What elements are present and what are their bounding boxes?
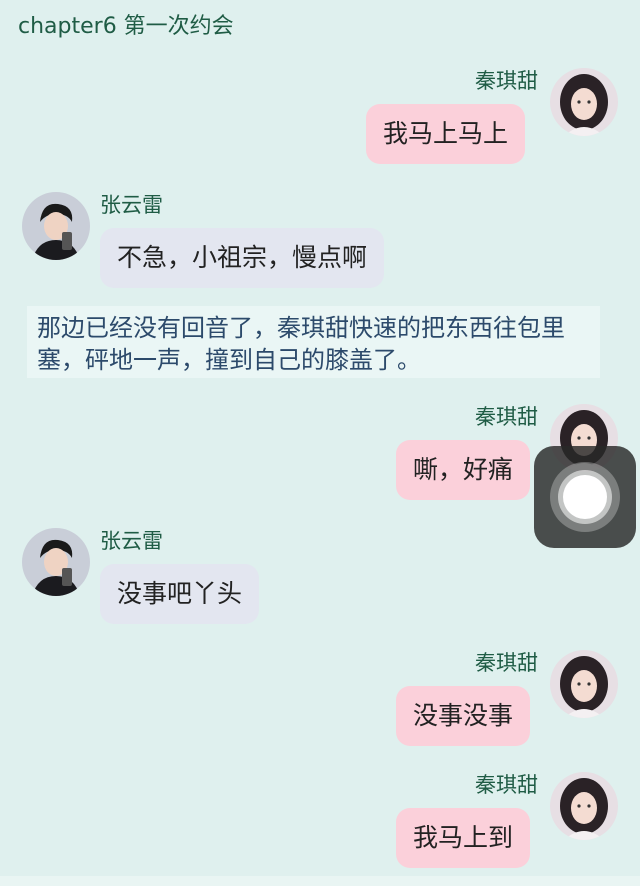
sender-name: 秦琪甜 <box>475 69 538 93</box>
sender-name: 秦琪甜 <box>475 405 538 429</box>
sender-name: 张云雷 <box>100 529 163 553</box>
male-avatar[interactable] <box>22 528 90 596</box>
sender-name: 秦琪甜 <box>475 651 538 675</box>
sender-name: 张云雷 <box>100 193 163 217</box>
assistive-ring-inner <box>563 475 607 519</box>
message-bubble[interactable]: 嘶，好痛 <box>396 440 531 500</box>
page-title: chapter6 第一次约会 <box>18 14 234 39</box>
narration-text: 那边已经没有回音了，秦琪甜快速的把东西往包里塞，砰地一声，撞到自己的膝盖了。 <box>27 306 600 378</box>
message-bubble[interactable]: 我马上马上 <box>366 104 526 164</box>
sender-name: 秦琪甜 <box>475 773 538 797</box>
assistive-touch-icon[interactable] <box>534 446 636 548</box>
message-bubble[interactable]: 没事吧丫头 <box>100 564 260 624</box>
female-avatar[interactable] <box>550 650 618 718</box>
bottom-divider <box>0 876 640 886</box>
message-bubble[interactable]: 我马上到 <box>396 808 531 868</box>
message-bubble[interactable]: 没事没事 <box>396 686 531 746</box>
male-avatar[interactable] <box>22 192 90 260</box>
female-avatar[interactable] <box>550 772 618 840</box>
message-bubble[interactable]: 不急，小祖宗，慢点啊 <box>100 228 385 288</box>
female-avatar[interactable] <box>550 68 618 136</box>
